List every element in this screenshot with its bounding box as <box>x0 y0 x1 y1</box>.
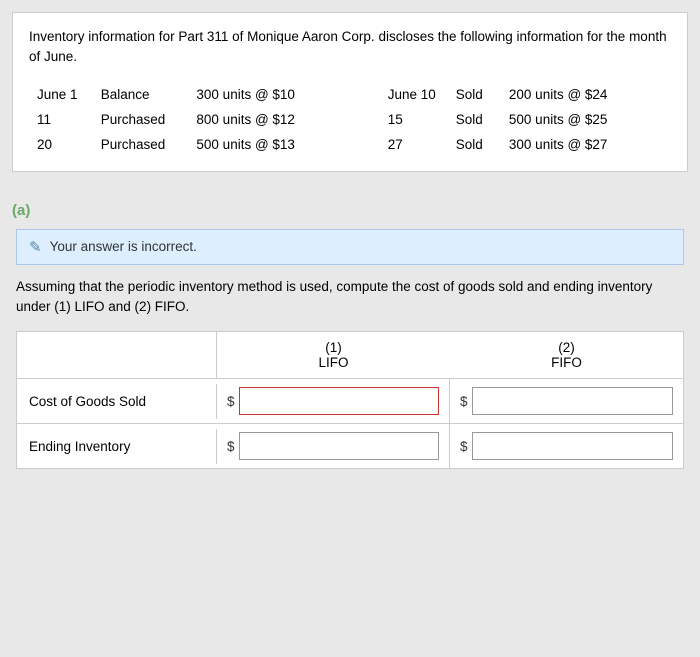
header-lifo: (1) LIFO <box>217 332 450 378</box>
cogs-fifo-cell: $ <box>450 379 683 423</box>
ending-inv-row: Ending Inventory $ $ <box>17 424 683 468</box>
row2-detail2: 500 units @ $25 <box>501 107 671 132</box>
row2-spacer <box>358 107 379 132</box>
ending-fifo-cell: $ <box>450 424 683 468</box>
table-row: 20 Purchased 500 units @ $13 27 Sold 300… <box>29 132 671 157</box>
row2-detail: 800 units @ $12 <box>188 107 358 132</box>
question-text: Assuming that the periodic inventory met… <box>16 277 684 318</box>
grid-header: (1) LIFO (2) FIFO <box>17 332 683 379</box>
incorrect-text: Your answer is incorrect. <box>50 239 197 254</box>
row3-type: Purchased <box>93 132 189 157</box>
row3-type2: Sold <box>448 132 501 157</box>
row1-detail2: 200 units @ $24 <box>501 82 671 107</box>
row1-spacer <box>358 82 379 107</box>
row2-date: 11 <box>29 107 93 132</box>
fifo-label-line2: FIFO <box>458 355 675 370</box>
intro-text: Inventory information for Part 311 of Mo… <box>29 27 671 68</box>
ending-lifo-input[interactable] <box>239 432 439 460</box>
cogs-fifo-input[interactable] <box>472 387 673 415</box>
row1-type: Balance <box>93 82 189 107</box>
ending-fifo-input[interactable] <box>472 432 673 460</box>
lifo-label-line2: LIFO <box>225 355 442 370</box>
row1-type2: Sold <box>448 82 501 107</box>
row1-detail: 300 units @ $10 <box>188 82 358 107</box>
row2-type: Purchased <box>93 107 189 132</box>
row3-date: 20 <box>29 132 93 157</box>
inventory-table: June 1 Balance 300 units @ $10 June 10 S… <box>29 82 671 157</box>
fifo-label-line1: (2) <box>458 340 675 355</box>
row2-type2: Sold <box>448 107 501 132</box>
row3-detail2: 300 units @ $27 <box>501 132 671 157</box>
table-row: June 1 Balance 300 units @ $10 June 10 S… <box>29 82 671 107</box>
row3-detail: 500 units @ $13 <box>188 132 358 157</box>
row3-spacer <box>358 132 379 157</box>
section-a-label: (a) <box>12 194 688 229</box>
section-a: (a) ✎ Your answer is incorrect. Assuming… <box>0 184 700 470</box>
header-empty <box>17 332 217 378</box>
ending-lifo-dollar: $ <box>227 439 235 454</box>
row1-date2: June 10 <box>380 82 448 107</box>
cogs-fifo-dollar: $ <box>460 394 468 409</box>
ending-fifo-dollar: $ <box>460 439 468 454</box>
cogs-lifo-cell: $ <box>217 379 450 423</box>
incorrect-notice: ✎ Your answer is incorrect. <box>16 229 684 265</box>
header-fifo: (2) FIFO <box>450 332 683 378</box>
row3-date2: 27 <box>380 132 448 157</box>
row1-date: June 1 <box>29 82 93 107</box>
cogs-lifo-dollar: $ <box>227 394 235 409</box>
ending-lifo-cell: $ <box>217 424 450 468</box>
answer-grid: (1) LIFO (2) FIFO Cost of Goods Sold $ $… <box>16 331 684 469</box>
cogs-label: Cost of Goods Sold <box>17 384 217 419</box>
inventory-info-box: Inventory information for Part 311 of Mo… <box>12 12 688 172</box>
row2-date2: 15 <box>380 107 448 132</box>
pencil-icon: ✎ <box>29 238 42 256</box>
cogs-lifo-input[interactable] <box>239 387 439 415</box>
lifo-label-line1: (1) <box>225 340 442 355</box>
table-row: 11 Purchased 800 units @ $12 15 Sold 500… <box>29 107 671 132</box>
ending-inv-label: Ending Inventory <box>17 429 217 464</box>
cogs-row: Cost of Goods Sold $ $ <box>17 379 683 424</box>
